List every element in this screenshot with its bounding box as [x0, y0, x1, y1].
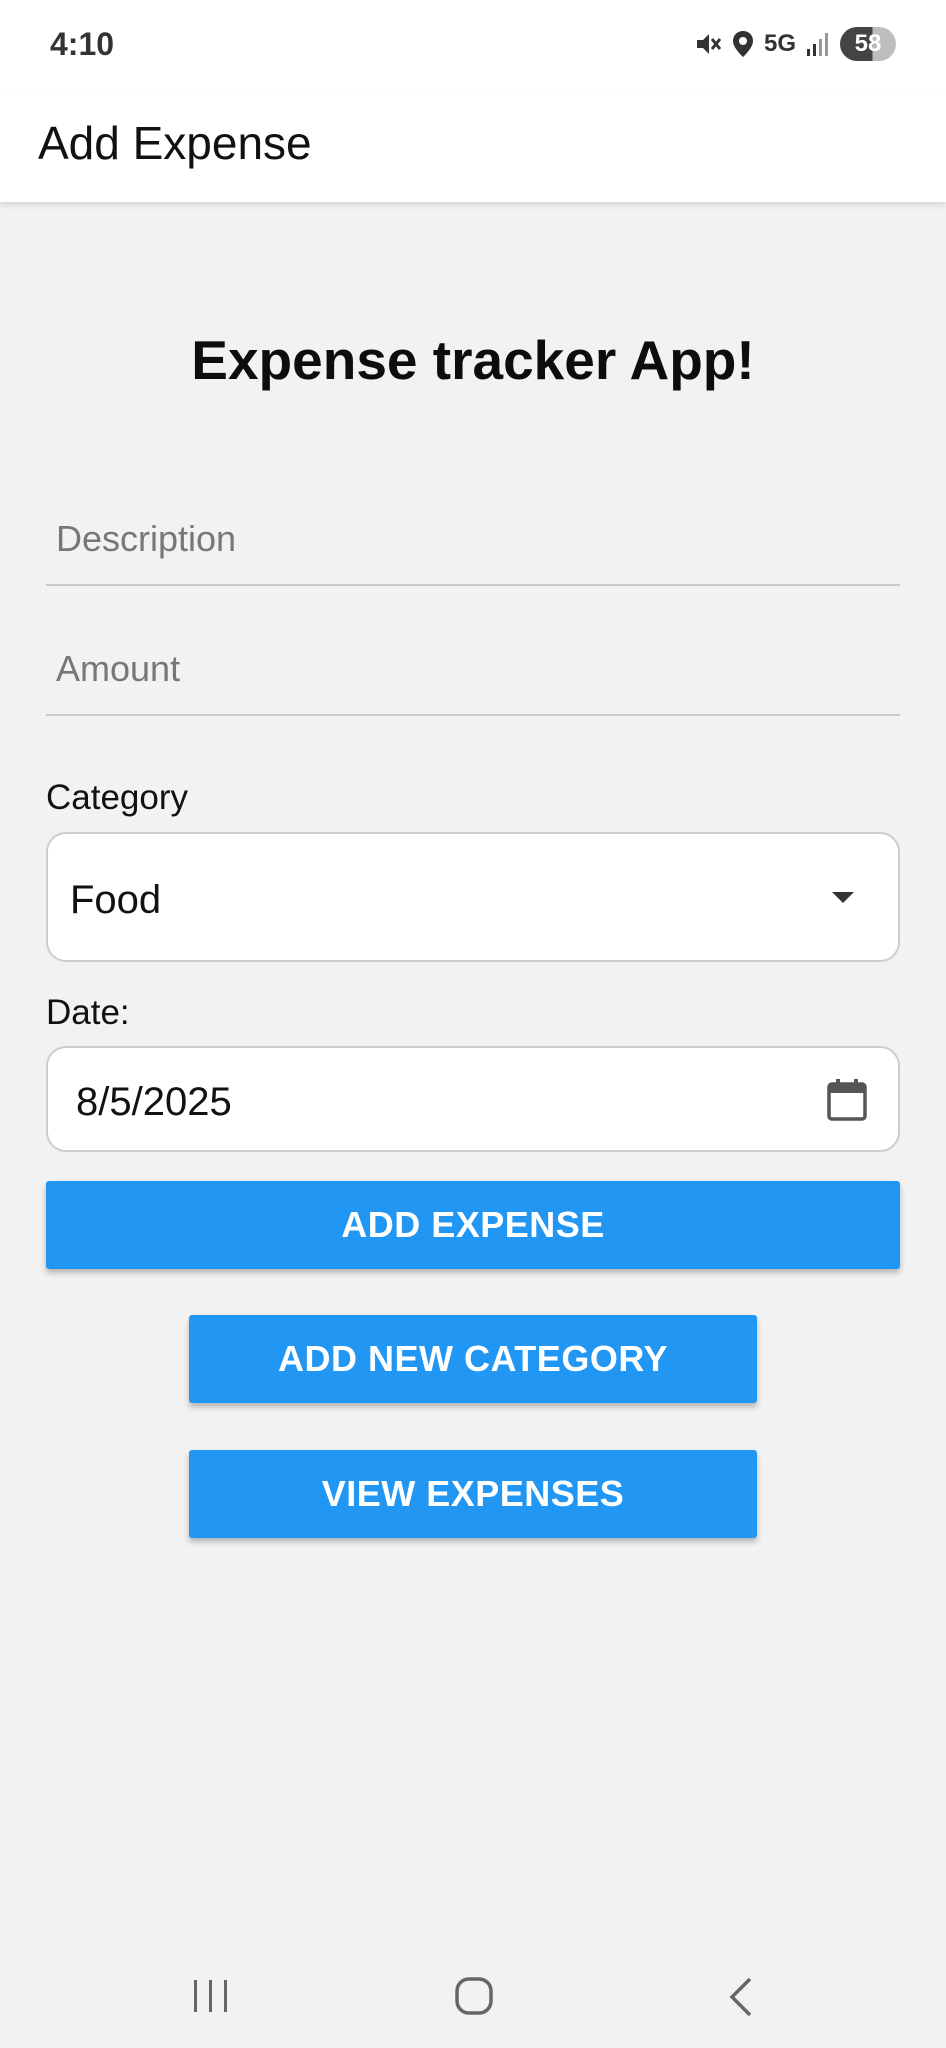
back-icon[interactable]	[726, 1976, 756, 2023]
amount-input[interactable]	[46, 624, 900, 716]
system-nav-bar	[0, 1950, 946, 2048]
app-bar-title: Add Expense	[38, 117, 312, 169]
date-label: Date:	[46, 993, 130, 1032]
network-label: 5G	[763, 30, 796, 57]
category-select[interactable]: Food	[46, 832, 900, 962]
category-label: Category	[46, 778, 189, 817]
status-bar: 4:10 5G 58	[0, 0, 946, 90]
date-input[interactable]: 8/5/2025	[46, 1046, 900, 1152]
status-icons: 5G 58	[694, 26, 896, 62]
category-select-value: Food	[70, 878, 162, 922]
signal-icon	[806, 31, 830, 57]
recent-apps-icon[interactable]	[192, 1976, 230, 2021]
app-bar: Add Expense	[0, 90, 946, 202]
calendar-icon[interactable]	[826, 1078, 868, 1127]
page-heading: Expense tracker App!	[191, 329, 755, 391]
view-expenses-button[interactable]: VIEW EXPENSES	[189, 1450, 757, 1538]
date-value: 8/5/2025	[76, 1080, 232, 1124]
chevron-down-icon	[832, 892, 854, 903]
home-icon[interactable]	[454, 1974, 494, 2023]
add-new-category-button[interactable]: ADD NEW CATEGORY	[189, 1315, 757, 1403]
description-input[interactable]	[46, 494, 900, 586]
add-expense-button[interactable]: ADD EXPENSE	[46, 1181, 900, 1269]
mute-icon	[694, 30, 722, 58]
location-icon	[732, 30, 754, 58]
status-time: 4:10	[50, 26, 115, 62]
battery-indicator: 58	[840, 27, 896, 61]
